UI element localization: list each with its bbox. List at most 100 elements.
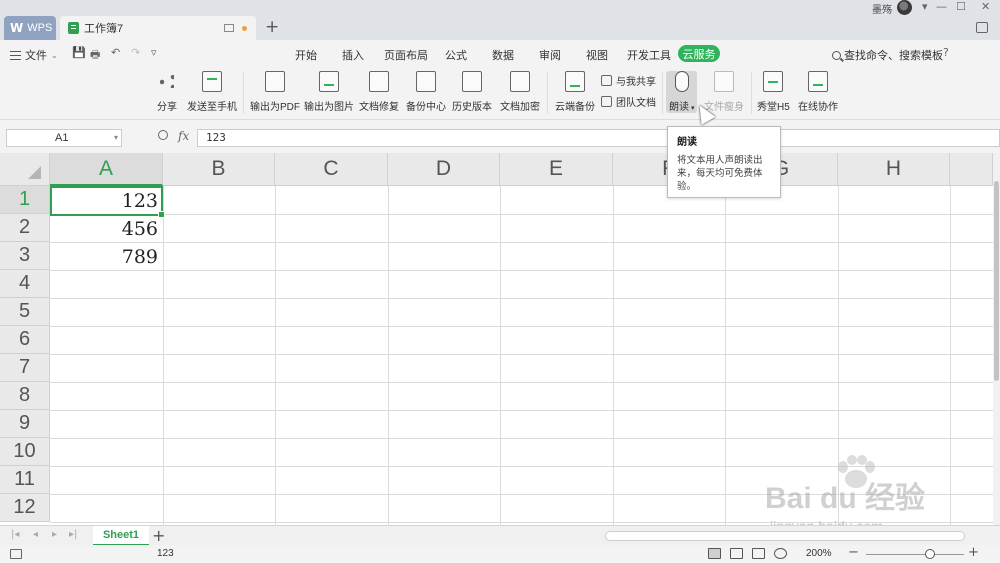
grid-line [50, 326, 993, 327]
export-pdf-button[interactable]: 输出为PDF [250, 71, 300, 113]
row-header-8[interactable]: 8 [0, 382, 50, 410]
zoom-slider-handle[interactable] [924, 549, 935, 559]
column-header-h[interactable]: H [838, 153, 950, 186]
command-search[interactable]: 查找命令、搜索模板 [832, 47, 943, 63]
file-menu[interactable]: 文件 ⌄ [10, 47, 58, 63]
prev-sheet-icon[interactable]: ◂ [33, 529, 38, 540]
online-collaboration-button[interactable]: 在线协作 [798, 71, 838, 113]
tab-page-layout[interactable]: 页面布局 [384, 47, 428, 63]
h5-button[interactable]: 秀堂H5 [757, 71, 790, 113]
tab-insert[interactable]: 插入 [342, 47, 364, 63]
zoom-level[interactable]: 200% [806, 548, 832, 559]
document-repair-button[interactable]: 文档修复 [359, 71, 399, 113]
row-header-6[interactable]: 6 [0, 326, 50, 354]
vertical-scrollbar[interactable] [993, 153, 1000, 525]
formula-input[interactable]: 123 [197, 129, 1000, 147]
select-all-corner[interactable] [0, 153, 50, 186]
row-header-11[interactable]: 11 [0, 466, 50, 494]
column-header-a[interactable]: A [50, 153, 163, 186]
horizontal-scrollbar[interactable] [605, 531, 965, 541]
slim-icon [714, 71, 734, 92]
row-header-3[interactable]: 3 [0, 242, 50, 270]
history-version-label: 历史版本 [452, 102, 492, 113]
row-header-12[interactable]: 12 [0, 494, 50, 522]
cell-a2[interactable]: 456 [51, 215, 162, 243]
user-name[interactable]: 墨殇 [872, 1, 892, 16]
row-header-5[interactable]: 5 [0, 298, 50, 326]
column-header-d[interactable]: D [388, 153, 500, 186]
document-encrypt-button[interactable]: 文档加密 [500, 71, 540, 113]
row-header-2[interactable]: 2 [0, 214, 50, 242]
redo-icon[interactable]: ↷ [131, 46, 140, 59]
add-sheet-button[interactable]: + [152, 526, 165, 545]
row-header-10[interactable]: 10 [0, 438, 50, 466]
name-box[interactable]: A1 ▾ [6, 129, 122, 147]
tab-start[interactable]: 开始 [295, 47, 317, 63]
undo-icon[interactable]: ↶ [111, 46, 120, 59]
share-button[interactable]: 分享 [157, 71, 177, 113]
normal-view-icon[interactable] [708, 548, 721, 559]
read-aloud-button[interactable]: 朗读 ▾ [666, 71, 698, 113]
shared-with-me-label: 与我共享 [616, 77, 656, 88]
document-tab[interactable]: 工作簿7 [60, 16, 256, 40]
column-header-e[interactable]: E [500, 153, 613, 186]
row-header-4[interactable]: 4 [0, 270, 50, 298]
cell-a3[interactable]: 789 [51, 243, 162, 271]
dropdown-button[interactable]: ▾ [922, 0, 928, 13]
shared-with-me-button[interactable]: 与我共享 [601, 73, 656, 88]
side-panel-icon[interactable] [976, 22, 988, 33]
minimize-button[interactable]: — [936, 0, 947, 13]
new-tab-button[interactable]: + [265, 17, 279, 37]
tab-view[interactable]: 视图 [586, 47, 608, 63]
save-icon[interactable]: 💾 [72, 46, 86, 59]
eye-protection-icon[interactable] [774, 548, 787, 559]
page-break-view-icon[interactable] [752, 548, 765, 559]
wps-home-tab[interactable]: W WPS [4, 16, 56, 40]
tab-review[interactable]: 审阅 [539, 47, 561, 63]
first-sheet-icon[interactable]: |◂ [11, 529, 19, 540]
ribbon-divider [547, 72, 548, 114]
cloud-backup-button[interactable]: 云端备份 [555, 71, 595, 113]
chevron-down-icon[interactable]: ▾ [114, 130, 118, 146]
grid-line [725, 186, 726, 525]
zoom-slider[interactable] [866, 554, 964, 555]
export-image-button[interactable]: 输出为图片 [304, 71, 354, 113]
cell-selection[interactable] [50, 186, 165, 218]
maximize-button[interactable]: ☐ [956, 0, 966, 13]
zoom-in-button[interactable]: + [968, 545, 979, 560]
page-layout-view-icon[interactable] [730, 548, 743, 559]
column-header-i[interactable] [950, 153, 993, 186]
row-header-1[interactable]: 1 [0, 186, 50, 214]
tab-data[interactable]: 数据 [492, 47, 514, 63]
macro-record-icon[interactable] [10, 549, 22, 559]
column-header-b[interactable]: B [163, 153, 275, 186]
avatar[interactable] [897, 0, 912, 15]
next-sheet-icon[interactable]: ▸ [52, 529, 57, 540]
customize-quick-access-icon[interactable]: ▿ [151, 46, 157, 59]
zoom-icon[interactable] [158, 130, 168, 140]
zoom-out-button[interactable]: − [848, 545, 859, 560]
print-icon[interactable]: 🖶 [90, 46, 100, 65]
ribbon: 分享 发送至手机 输出为PDF 输出为图片 文档修复 备份中心 历史版本 文档加… [0, 66, 1000, 120]
tab-cloud-services[interactable]: 云服务 [678, 45, 720, 62]
spreadsheet-icon [68, 22, 79, 34]
function-icon[interactable]: fx [178, 129, 189, 143]
send-to-phone-button[interactable]: 发送至手机 [187, 71, 237, 113]
tab-developer[interactable]: 开发工具 [627, 47, 671, 63]
team-docs-button[interactable]: 团队文档 [601, 94, 656, 109]
grid-line [50, 410, 993, 411]
tab-formulas[interactable]: 公式 [445, 47, 467, 63]
history-version-button[interactable]: 历史版本 [452, 71, 492, 113]
document-title: 工作簿7 [84, 23, 124, 35]
last-sheet-icon[interactable]: ▸| [69, 529, 77, 540]
help-icon[interactable]: ? [943, 46, 949, 59]
screen-icon[interactable] [224, 24, 234, 32]
backup-center-button[interactable]: 备份中心 [406, 71, 446, 113]
ribbon-divider [662, 72, 663, 114]
row-header-9[interactable]: 9 [0, 410, 50, 438]
sheet-tab-sheet1[interactable]: Sheet1 [93, 526, 149, 546]
column-header-c[interactable]: C [275, 153, 388, 186]
vertical-scroll-thumb[interactable] [994, 181, 999, 381]
row-header-7[interactable]: 7 [0, 354, 50, 382]
close-button[interactable]: ✕ [981, 0, 990, 13]
